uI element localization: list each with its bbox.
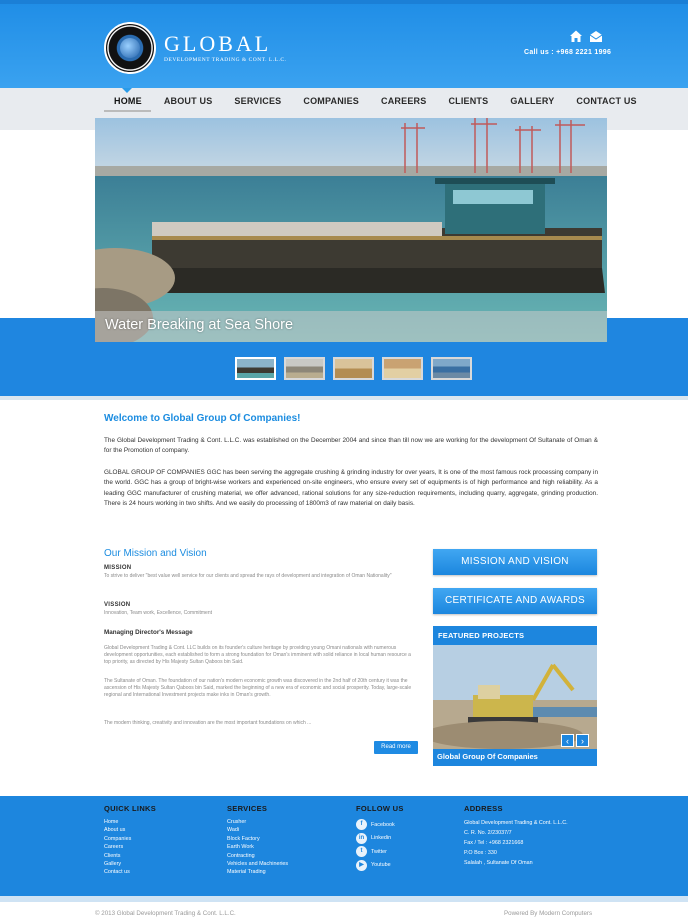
social-twitter[interactable]: t Twitter: [356, 845, 395, 859]
header-top-line: [0, 0, 688, 4]
slider-thumb[interactable]: [284, 357, 325, 380]
follow-us-title: FOLLOW US: [356, 804, 404, 813]
slide-caption: Water Breaking at Sea Shore: [105, 317, 294, 333]
copyright-text: © 2013 Global Development Trading & Cont…: [95, 910, 236, 917]
footer-service-earth-work[interactable]: Earth Work: [227, 843, 288, 851]
address-line: Salalah , Sultanate Of Oman: [464, 860, 533, 866]
footer-service-wadi[interactable]: Wadi: [227, 826, 288, 834]
call-us-text: Call us : +968 2221 1996: [524, 49, 612, 56]
nav-contact-us[interactable]: CONTACT US: [576, 88, 636, 118]
powered-by-text: Powered By Modern Computers: [504, 910, 593, 917]
bottom-bar: [0, 896, 688, 922]
logo-subtitle: DEVELOPMENT TRADING & CONT. L.L.C.: [164, 57, 287, 63]
nav-active-underline: [104, 110, 151, 112]
director-paragraph-1: Global Development Trading & Cont. LLC b…: [104, 645, 411, 666]
address-line: Fax / Tel : +968 2321668: [464, 840, 524, 846]
nav-services[interactable]: SERVICES: [234, 88, 281, 118]
footer-link-gallery[interactable]: Gallery: [104, 860, 131, 868]
quick-links-title: QUICK LINKS: [104, 804, 157, 813]
linkedin-icon: in: [356, 832, 367, 844]
mission-label: MISSION: [104, 565, 132, 571]
welcome-paragraph-2: GLOBAL GROUP OF COMPANIES GGC has been s…: [104, 469, 598, 508]
youtube-icon: ▶: [356, 859, 367, 871]
services-title: SERVICES: [227, 804, 268, 813]
logo-seal-icon: [104, 22, 156, 74]
prev-arrow-icon[interactable]: ‹: [561, 734, 574, 747]
mission-text: To strive to deliver "best value well se…: [104, 573, 392, 579]
social-label: Twitter: [371, 848, 387, 855]
mail-icon[interactable]: [589, 29, 603, 43]
hero-slide-image: [95, 118, 607, 342]
social-linkedin[interactable]: in Linkedin: [356, 832, 395, 846]
address-title: ADDRESS: [464, 804, 503, 813]
footer-service-material-trading[interactable]: Material Trading: [227, 868, 288, 876]
slider-thumb[interactable]: [431, 357, 472, 380]
footer-link-contact-us[interactable]: Contact us: [104, 868, 131, 876]
next-arrow-icon[interactable]: ›: [576, 734, 589, 747]
facebook-icon: f: [356, 819, 367, 831]
address-line: C. R. No. 2/23037/7: [464, 830, 512, 836]
hero-slide[interactable]: Water Breaking at Sea Shore: [95, 118, 607, 342]
footer-service-crusher[interactable]: Crusher: [227, 818, 288, 826]
logo-text: GLOBAL DEVELOPMENT TRADING & CONT. L.L.C…: [164, 31, 287, 64]
address-line: Global Development Trading & Cont. L.L.C…: [464, 820, 568, 826]
director-paragraph-2: The Sultanate of Oman. The foundation of…: [104, 678, 412, 699]
site-logo[interactable]: GLOBAL DEVELOPMENT TRADING & CONT. L.L.C…: [104, 22, 286, 74]
slider-thumbnails: [235, 357, 472, 380]
nav-home[interactable]: HOME: [114, 88, 142, 118]
director-paragraph-3: The modern thinking, creativity and inno…: [104, 720, 312, 726]
services-list: Crusher Wadi Block Factory Earth Work Co…: [227, 818, 288, 877]
address-block: Global Development Trading & Cont. L.L.C…: [464, 818, 568, 868]
slider-thumb[interactable]: [235, 357, 276, 380]
footer-link-careers[interactable]: Careers: [104, 843, 131, 851]
vision-text: Innovation, Team work, Excellence, Commi…: [104, 610, 213, 616]
director-message-title: Managing Director's Message: [104, 629, 193, 636]
mission-title: Our Mission and Vision: [104, 548, 207, 559]
footer-service-vehicles[interactable]: Vehicles and Machineries: [227, 860, 288, 868]
slider-thumb[interactable]: [333, 357, 374, 380]
address-line: P.O Box : 330: [464, 850, 497, 856]
read-more-button[interactable]: Read more: [374, 741, 418, 754]
slide-caption-bar: Water Breaking at Sea Shore: [95, 311, 607, 342]
social-facebook[interactable]: f Facebook: [356, 818, 395, 832]
slider-thumb[interactable]: [382, 357, 423, 380]
mission-vision-button[interactable]: MISSION AND VISION: [433, 549, 597, 575]
nav-about-us[interactable]: ABOUT US: [164, 88, 213, 118]
social-youtube[interactable]: ▶ Youtube: [356, 859, 395, 873]
nav-clients[interactable]: CLIENTS: [448, 88, 488, 118]
nav-companies[interactable]: COMPANIES: [303, 88, 359, 118]
twitter-icon: t: [356, 846, 367, 858]
featured-projects-box: FEATURED PROJECTS ‹ › Global Group Of Co…: [433, 626, 597, 766]
social-label: Youtube: [371, 862, 391, 869]
logo-title: GLOBAL: [164, 31, 272, 56]
social-links: f Facebook in Linkedin t Twitter ▶ Youtu…: [356, 818, 395, 872]
welcome-title: Welcome to Global Group Of Companies!: [104, 413, 301, 424]
featured-nav: ‹ ›: [561, 734, 589, 747]
slider-band-divider: [0, 396, 688, 400]
welcome-paragraph-1: The Global Development Trading & Cont. L…: [104, 437, 598, 455]
footer-link-companies[interactable]: Companies: [104, 835, 131, 843]
social-label: Linkedin: [371, 835, 392, 842]
certificate-awards-button[interactable]: CERTIFICATE AND AWARDS: [433, 588, 597, 614]
vision-label: VISSION: [104, 602, 131, 608]
featured-caption: Global Group Of Companies: [437, 752, 538, 761]
quick-links-list: Home About us Companies Careers Clients …: [104, 818, 131, 877]
footer-link-clients[interactable]: Clients: [104, 852, 131, 860]
main-nav: HOME ABOUT US SERVICES COMPANIES CAREERS…: [104, 88, 637, 118]
footer-link-home[interactable]: Home: [104, 818, 131, 826]
footer-service-contracting[interactable]: Contracting: [227, 852, 288, 860]
header-icons: [569, 29, 603, 43]
footer-link-about-us[interactable]: About us: [104, 826, 131, 834]
featured-projects-title: FEATURED PROJECTS: [438, 631, 525, 640]
nav-gallery[interactable]: GALLERY: [510, 88, 554, 118]
nav-careers[interactable]: CAREERS: [381, 88, 426, 118]
social-label: Facebook: [371, 821, 395, 828]
home-icon[interactable]: [569, 29, 583, 43]
footer-service-block-factory[interactable]: Block Factory: [227, 835, 288, 843]
